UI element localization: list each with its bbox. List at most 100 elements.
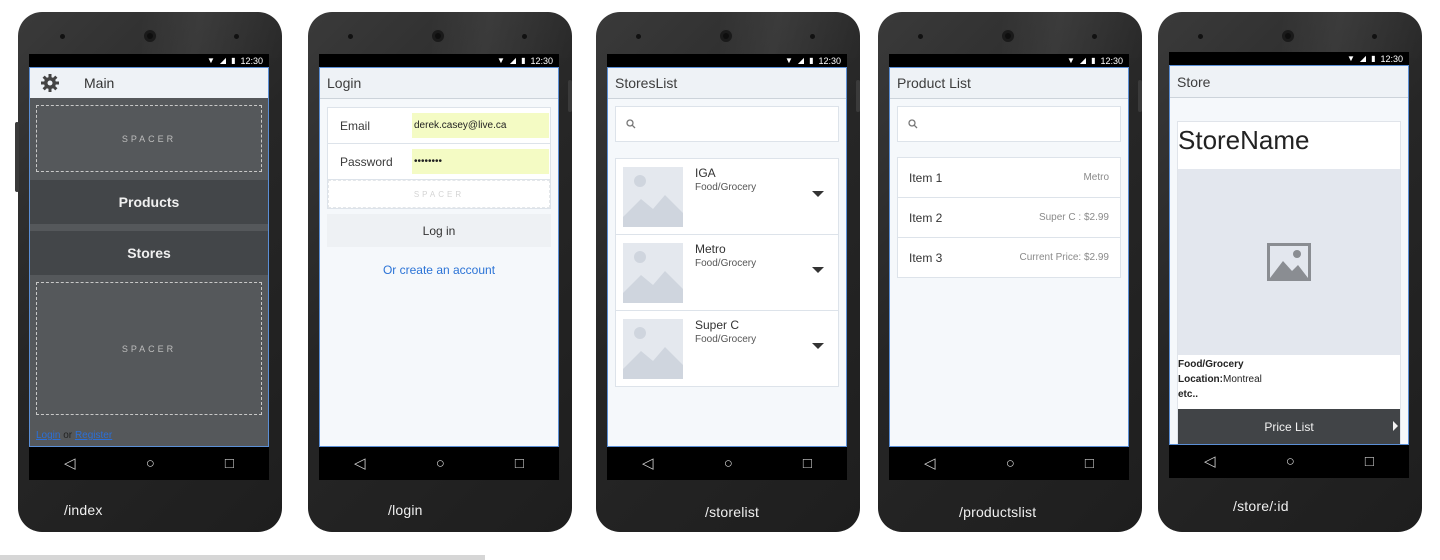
signal-icon: ◢ bbox=[797, 56, 805, 65]
register-link[interactable]: Register bbox=[75, 430, 112, 441]
recent-apps-icon[interactable]: □ bbox=[803, 456, 812, 471]
android-nav-bar: ◁ ○ □ bbox=[319, 447, 559, 480]
store-text: Metro Food/Grocery bbox=[695, 242, 756, 269]
password-label: Password bbox=[340, 154, 393, 169]
gap bbox=[30, 172, 268, 180]
product-price: Super C : $2.99 bbox=[1038, 212, 1109, 223]
password-row: Password •••••••• bbox=[328, 144, 550, 180]
status-time: 12:30 bbox=[1380, 53, 1403, 64]
page-title: Login bbox=[320, 68, 558, 99]
battery-icon: ▮ bbox=[231, 56, 236, 65]
battery-icon: ▮ bbox=[521, 56, 526, 65]
phone-speaker bbox=[1198, 34, 1203, 39]
caret-down-icon[interactable] bbox=[812, 343, 824, 349]
back-icon[interactable]: ◁ bbox=[642, 456, 654, 471]
store-info: Food/Grocery Location:Montreal etc.. bbox=[1178, 355, 1400, 402]
phone-side-button bbox=[856, 80, 860, 112]
screen: ▼ ◢ ▮ 12:30 Login Email derek.casey@live… bbox=[319, 54, 559, 480]
wifi-icon: ▼ bbox=[784, 56, 793, 65]
search-input[interactable] bbox=[615, 106, 839, 142]
password-field[interactable]: •••••••• bbox=[412, 149, 549, 174]
phone-sensor bbox=[234, 34, 239, 39]
create-account-link[interactable]: Or create an account bbox=[320, 263, 558, 277]
route-label: /storelist bbox=[705, 504, 760, 520]
list-item[interactable]: Item 1 Metro bbox=[898, 158, 1120, 198]
phone-camera bbox=[143, 29, 157, 43]
back-icon[interactable]: ◁ bbox=[354, 456, 366, 471]
phone-login: ▼ ◢ ▮ 12:30 Login Email derek.casey@live… bbox=[308, 12, 572, 532]
phone-productslist: ▼ ◢ ▮ 12:30 Product List Item 1 Metro It… bbox=[878, 12, 1142, 532]
search-icon bbox=[908, 119, 918, 129]
app-frame: Login Email derek.casey@live.ca Password… bbox=[319, 67, 559, 447]
list-item[interactable]: IGA Food/Grocery bbox=[616, 159, 838, 235]
login-link[interactable]: Login bbox=[36, 430, 60, 441]
phone-sensor bbox=[522, 34, 527, 39]
status-bar: ▼ ◢ ▮ 12:30 bbox=[1169, 52, 1409, 65]
home-icon[interactable]: ○ bbox=[1286, 454, 1295, 469]
back-icon[interactable]: ◁ bbox=[64, 456, 76, 471]
phone-sensor bbox=[1372, 34, 1377, 39]
home-icon[interactable]: ○ bbox=[724, 456, 733, 471]
home-icon[interactable]: ○ bbox=[436, 456, 445, 471]
list-item[interactable]: Item 2 Super C : $2.99 bbox=[898, 198, 1120, 238]
email-row: Email derek.casey@live.ca bbox=[328, 108, 550, 144]
app-frame: Store StoreName Food/Grocery Location:Mo… bbox=[1169, 65, 1409, 445]
phone-speaker bbox=[918, 34, 923, 39]
image-icon bbox=[623, 166, 683, 227]
phone-gloss bbox=[142, 12, 282, 58]
or-text: or bbox=[63, 430, 73, 441]
spacer-top: SPACER bbox=[36, 105, 262, 172]
gear-icon[interactable] bbox=[40, 73, 60, 93]
app-header: Main bbox=[30, 68, 268, 98]
spacer: SPACER bbox=[328, 180, 550, 208]
products-button[interactable]: Products bbox=[30, 180, 268, 224]
search-input[interactable] bbox=[897, 106, 1121, 142]
list-item[interactable]: Item 3 Current Price: $2.99 bbox=[898, 238, 1120, 277]
recent-apps-icon[interactable]: □ bbox=[1085, 456, 1094, 471]
caret-down-icon[interactable] bbox=[812, 191, 824, 197]
battery-icon: ▮ bbox=[809, 56, 814, 65]
store-category: Food/Grocery bbox=[695, 334, 757, 345]
hero-image bbox=[1178, 169, 1400, 355]
caret-down-icon[interactable] bbox=[812, 267, 824, 273]
app-frame: Main SPACER Products Stores SPACER Login… bbox=[29, 67, 269, 447]
screen: ▼ ◢ ▮ 12:30 StoresList IGA Food/Grocery … bbox=[607, 54, 847, 480]
wifi-icon: ▼ bbox=[1066, 56, 1075, 65]
home-icon[interactable]: ○ bbox=[146, 456, 155, 471]
status-bar: ▼ ◢ ▮ 12:30 bbox=[889, 54, 1129, 67]
screen: ▼ ◢ ▮ 12:30 Product List Item 1 Metro It… bbox=[889, 54, 1129, 480]
image-icon bbox=[1267, 243, 1311, 281]
battery-icon: ▮ bbox=[1371, 54, 1376, 63]
price-list-button[interactable]: Price List bbox=[1178, 409, 1400, 444]
product-name: Item 1 bbox=[909, 170, 943, 185]
wifi-icon: ▼ bbox=[496, 56, 505, 65]
screen: ▼ ◢ ▮ 12:30 Main SPACER Products Stores … bbox=[29, 54, 269, 480]
login-button[interactable]: Log in bbox=[327, 214, 551, 247]
phone-side-button bbox=[15, 122, 19, 192]
app-frame: StoresList IGA Food/Grocery Metro Food/G… bbox=[607, 67, 847, 447]
back-icon[interactable]: ◁ bbox=[924, 456, 936, 471]
product-price: Current Price: $2.99 bbox=[1019, 252, 1110, 263]
stores-button[interactable]: Stores bbox=[30, 231, 268, 275]
phone-speaker bbox=[60, 34, 65, 39]
store-name: StoreName bbox=[1178, 125, 1310, 155]
store-category: Food/Grocery bbox=[695, 258, 757, 269]
route-label: /index bbox=[64, 502, 103, 518]
phone-speaker bbox=[636, 34, 641, 39]
phone-side-button bbox=[568, 80, 572, 112]
list-item[interactable]: Metro Food/Grocery bbox=[616, 235, 838, 311]
list-item[interactable]: Super C Food/Grocery bbox=[616, 311, 838, 386]
recent-apps-icon[interactable]: □ bbox=[515, 456, 524, 471]
image-icon bbox=[623, 242, 683, 303]
phone-side-button bbox=[1138, 80, 1142, 112]
phone-camera bbox=[1001, 29, 1015, 43]
recent-apps-icon[interactable]: □ bbox=[225, 456, 234, 471]
store-name: Super C bbox=[695, 318, 740, 332]
route-label: /productslist bbox=[959, 504, 1037, 520]
recent-apps-icon[interactable]: □ bbox=[1365, 454, 1374, 469]
phone-gloss bbox=[432, 12, 572, 58]
store-etc: etc.. bbox=[1178, 389, 1199, 400]
home-icon[interactable]: ○ bbox=[1006, 456, 1015, 471]
back-icon[interactable]: ◁ bbox=[1204, 454, 1216, 469]
email-field[interactable]: derek.casey@live.ca bbox=[412, 113, 549, 138]
